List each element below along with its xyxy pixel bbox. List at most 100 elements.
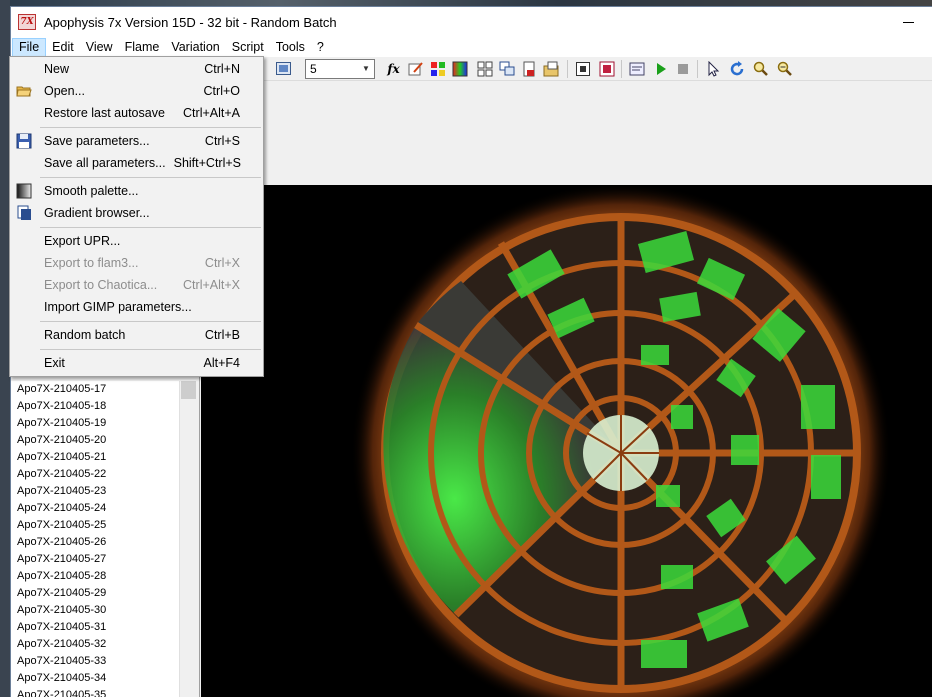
list-item[interactable]: Apo7X-210405-23	[11, 483, 179, 500]
menu-flame[interactable]: Flame	[119, 38, 166, 57]
menu-help[interactable]: ?	[311, 38, 330, 57]
browser-icon	[16, 205, 32, 221]
menu-item-export-chaotica: Export to Chaotica... Ctrl+Alt+X	[12, 274, 261, 296]
list-item[interactable]: Apo7X-210405-28	[11, 568, 179, 585]
menu-item-smooth-palette[interactable]: Smooth palette...	[12, 180, 261, 202]
menu-item-label: Import GIMP parameters...	[44, 300, 192, 314]
menu-item-label: Smooth palette...	[44, 184, 139, 198]
quality-combo-value: 5	[310, 62, 317, 76]
menu-item-open[interactable]: Open... Ctrl+O	[12, 80, 261, 102]
list-item[interactable]: Apo7X-210405-22	[11, 466, 179, 483]
menu-item-random-batch[interactable]: Random batch Ctrl+B	[12, 324, 261, 346]
menu-item-shortcut: Ctrl+O	[203, 84, 240, 98]
menu-item-label: Save all parameters...	[44, 156, 166, 170]
list-item[interactable]: Apo7X-210405-25	[11, 517, 179, 534]
gradient-icon	[16, 183, 32, 199]
menu-item-label: Exit	[44, 356, 65, 370]
list-item[interactable]: Apo7X-210405-34	[11, 670, 179, 687]
menu-separator	[40, 349, 261, 350]
menu-item-shortcut: Ctrl+Alt+A	[183, 106, 240, 120]
menu-item-shortcut: Shift+Ctrl+S	[173, 156, 241, 170]
document-icon[interactable]	[520, 60, 537, 77]
list-item[interactable]: Apo7X-210405-32	[11, 636, 179, 653]
fit-icon[interactable]	[574, 60, 591, 77]
pointer-icon[interactable]	[704, 60, 721, 77]
menu-separator	[40, 127, 261, 128]
list-item[interactable]: Apo7X-210405-33	[11, 653, 179, 670]
menu-item-gradient-browser[interactable]: Gradient browser...	[12, 202, 261, 224]
menu-item-export-flam3: Export to flam3... Ctrl+X	[12, 252, 261, 274]
toolbar-separator	[697, 60, 698, 78]
flame-list[interactable]: Apo7X-210405-17 Apo7X-210405-18 Apo7X-21…	[11, 381, 179, 697]
fractal-render[interactable]	[201, 185, 932, 697]
list-item[interactable]: Apo7X-210405-29	[11, 585, 179, 602]
palette-icon[interactable]	[429, 60, 446, 77]
list-item[interactable]: Apo7X-210405-21	[11, 449, 179, 466]
menu-variation[interactable]: Variation	[165, 38, 225, 57]
menu-item-shortcut: Ctrl+Alt+X	[183, 278, 240, 292]
list-item[interactable]: Apo7X-210405-30	[11, 602, 179, 619]
menu-item-exit[interactable]: Exit Alt+F4	[12, 352, 261, 374]
menu-item-shortcut: Ctrl+X	[204, 256, 240, 270]
menu-tools[interactable]: Tools	[270, 38, 311, 57]
menu-item-label: Save parameters...	[44, 134, 150, 148]
list-item[interactable]: Apo7X-210405-27	[11, 551, 179, 568]
list-scrollbar[interactable]	[179, 381, 196, 697]
toolbar-separator	[567, 60, 568, 78]
list-item[interactable]: Apo7X-210405-18	[11, 398, 179, 415]
windows-icon[interactable]	[498, 60, 515, 77]
rotate-icon[interactable]	[728, 60, 745, 77]
quality-combo[interactable]: 5 ▼	[305, 59, 375, 79]
file-menu-dropdown: New Ctrl+N Open... Ctrl+O Restore last a…	[9, 56, 264, 377]
play-icon[interactable]	[652, 60, 669, 77]
menu-item-label: New	[44, 62, 70, 76]
zoom-out-icon[interactable]	[776, 60, 793, 77]
menu-item-import-gimp[interactable]: Import GIMP parameters...	[12, 296, 261, 318]
chevron-down-icon[interactable]: ▼	[358, 60, 374, 78]
menu-separator	[40, 321, 261, 322]
stop-icon[interactable]	[674, 60, 691, 77]
minimize-button[interactable]	[895, 13, 923, 31]
script-icon[interactable]	[628, 60, 645, 77]
list-item[interactable]: Apo7X-210405-24	[11, 500, 179, 517]
zoom-in-icon[interactable]	[752, 60, 769, 77]
menu-script[interactable]: Script	[226, 38, 270, 57]
menu-item-export-upr[interactable]: Export UPR...	[12, 230, 261, 252]
list-item[interactable]: Apo7X-210405-31	[11, 619, 179, 636]
menu-edit[interactable]: Edit	[46, 38, 80, 57]
list-item[interactable]: Apo7X-210405-19	[11, 415, 179, 432]
list-item[interactable]: Apo7X-210405-35	[11, 687, 179, 697]
title-bar[interactable]: 7X Apophysis 7x Version 15D - 32 bit - R…	[11, 7, 932, 37]
menu-file[interactable]: File	[12, 37, 47, 57]
scroll-thumb[interactable]	[181, 381, 196, 399]
menu-separator	[40, 227, 261, 228]
menu-item-label: Random batch	[44, 328, 126, 342]
menu-item-label: Open...	[44, 84, 85, 98]
menu-item-label: Export UPR...	[44, 234, 121, 248]
list-item[interactable]: Apo7X-210405-26	[11, 534, 179, 551]
menu-item-label: Export to Chaotica...	[44, 278, 158, 292]
fractal-image	[351, 185, 891, 697]
menu-item-shortcut: Ctrl+N	[204, 62, 240, 76]
grid-icon[interactable]	[476, 60, 493, 77]
menu-item-new[interactable]: New Ctrl+N	[12, 58, 261, 80]
list-item[interactable]: Apo7X-210405-17	[11, 381, 179, 398]
floppy-icon	[16, 133, 32, 149]
menu-item-label: Gradient browser...	[44, 206, 150, 220]
list-item[interactable]: Apo7X-210405-20	[11, 432, 179, 449]
fullscreen-icon[interactable]	[275, 60, 292, 77]
menu-item-restore-autosave[interactable]: Restore last autosave Ctrl+Alt+A	[12, 102, 261, 124]
menu-item-save-parameters[interactable]: Save parameters... Ctrl+S	[12, 130, 261, 152]
folder-icon	[16, 83, 32, 99]
menu-item-shortcut: Ctrl+S	[204, 134, 240, 148]
menu-item-save-all-parameters[interactable]: Save all parameters... Shift+Ctrl+S	[12, 152, 261, 174]
menu-item-label: Export to flam3...	[44, 256, 139, 270]
menu-view[interactable]: View	[80, 38, 119, 57]
film-icon[interactable]	[598, 60, 615, 77]
adjust-icon[interactable]	[407, 60, 424, 77]
fx-editor-icon[interactable]: fx	[385, 60, 402, 77]
folder-image-icon[interactable]	[542, 60, 559, 77]
gradient-icon[interactable]	[451, 60, 468, 77]
menu-item-shortcut: Ctrl+B	[204, 328, 240, 342]
menu-item-shortcut: Alt+F4	[203, 356, 240, 370]
